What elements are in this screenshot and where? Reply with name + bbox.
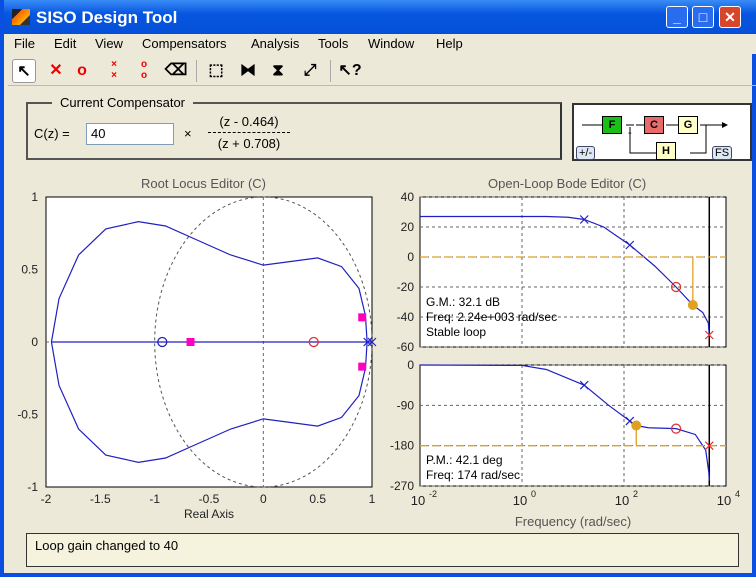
x-axis-label: Real Axis [184,507,234,521]
closed-loop-pole-marker [186,338,195,346]
x-tick-exponent: 2 [633,489,638,499]
gain-margin-annotation: Stable loop [426,325,486,339]
magnitude-y-tick-label: 40 [401,190,415,204]
x-tick-label: -0.5 [199,492,220,506]
plots: -2 -1.5 -1 -0.5 0 0.5 110.50-0.5-1Real Axis402… [17,190,740,529]
phase-margin-dot [631,420,642,431]
magnitude-y-tick-label: 0 [407,250,414,264]
x-tick-label: 0 [260,492,267,506]
phase-margin-annotation: Freq: 174 rad/sec [426,468,520,482]
phase-y-tick-label: -180 [390,439,414,453]
x-tick-label: -1 [149,492,160,506]
phase-y-tick-label: -90 [397,398,415,412]
y-tick-label: -1 [27,480,38,494]
x-tick-label: 1 [369,492,376,506]
siso-window: SISO Design Tool _ □ ✕ File Edit View Co… [0,0,756,577]
bode-x-axis-label: Frequency (rad/sec) [515,514,631,529]
x-tick-label: 10 [411,493,425,508]
magnitude-y-tick-label: -60 [397,340,415,354]
x-tick-exponent: -2 [429,489,437,499]
magnitude-y-tick-label: -40 [397,310,415,324]
phase-y-tick-label: -270 [390,479,414,493]
y-tick-label: 0.5 [21,263,38,277]
y-tick-label: 0 [31,335,38,349]
x-tick-label: 10 [717,493,731,508]
gain-margin-annotation: Freq: 2.24e+003 rad/sec [426,310,557,324]
closed-loop-pole-marker [358,362,367,371]
status-bar: Loop gain changed to 40 [26,533,739,567]
magnitude-y-tick-label: 20 [401,220,415,234]
x-tick-exponent: 4 [735,489,740,499]
x-tick-label: -2 [41,492,52,506]
y-tick-label: 1 [31,190,38,204]
y-tick-label: -0.5 [17,408,38,422]
phase-y-tick-label: 0 [407,358,414,372]
x-tick-label: 10 [513,493,527,508]
x-tick-exponent: 0 [531,489,536,499]
x-tick-label: -1.5 [90,492,111,506]
x-tick-label: 0.5 [309,492,326,506]
closed-loop-pole-marker [358,313,367,322]
phase-margin-annotation: P.M.: 42.1 deg [426,453,503,467]
x-tick-label: 10 [615,493,629,508]
gain-margin-dot [687,300,698,310]
gain-margin-annotation: G.M.: 32.1 dB [426,295,500,309]
magnitude-y-tick-label: -20 [397,280,415,294]
